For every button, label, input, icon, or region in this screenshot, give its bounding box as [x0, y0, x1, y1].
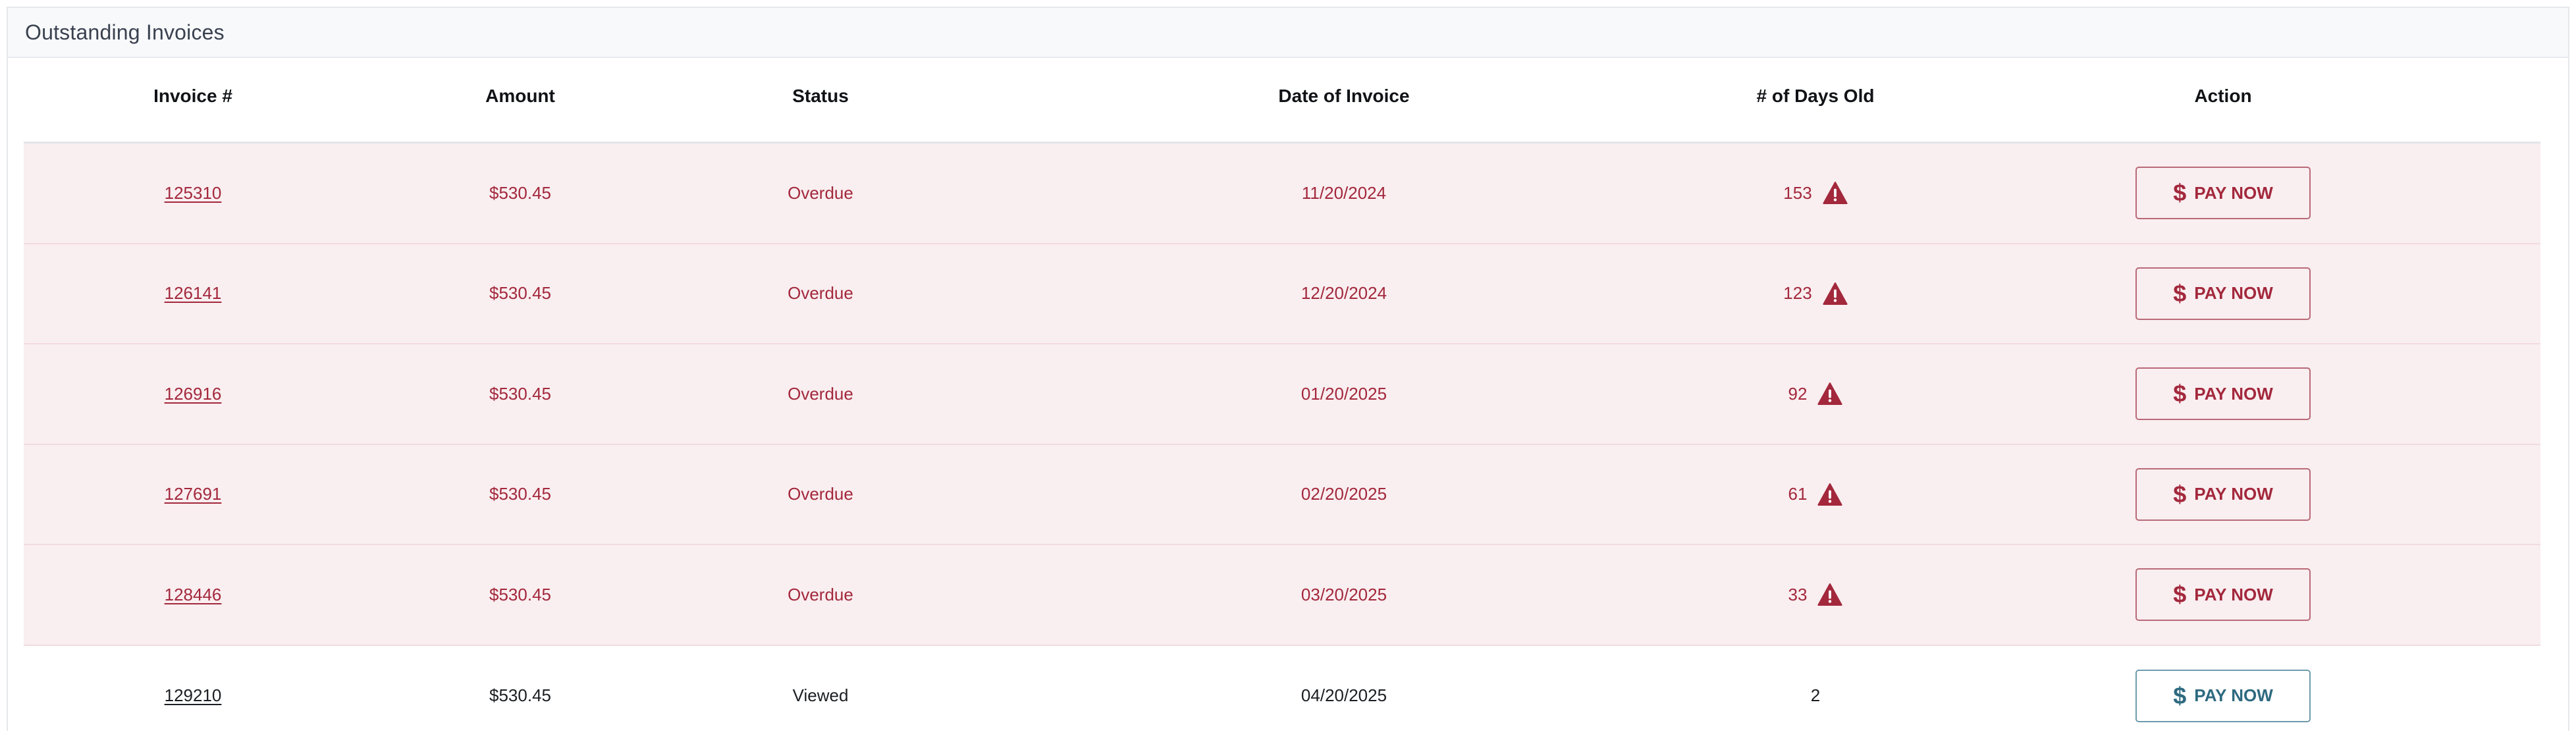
amount-cell: $530.45 [362, 685, 678, 706]
pay-now-button[interactable]: $ PAY NOW [2135, 568, 2311, 621]
action-cell: $ PAY NOW [1906, 367, 2540, 420]
days-old-value: 61 [1788, 484, 1808, 504]
pay-now-button[interactable]: $ PAY NOW [2135, 670, 2311, 722]
invoice-number-link[interactable]: 126141 [165, 283, 222, 304]
dollar-icon: $ [2173, 684, 2186, 708]
days-old-value: 153 [1783, 183, 1811, 203]
pay-now-label: PAY NOW [2194, 384, 2272, 404]
pay-now-label: PAY NOW [2194, 685, 2272, 706]
pay-now-label: PAY NOW [2194, 183, 2272, 203]
days-cell: 123 [1725, 282, 1906, 306]
action-cell: $ PAY NOW [1906, 568, 2540, 621]
amount-cell: $530.45 [362, 585, 678, 605]
warning-triangle-icon [1823, 181, 1848, 205]
warning-triangle-icon [1823, 282, 1848, 306]
status-cell: Overdue [678, 283, 963, 304]
days-cell: 92 [1725, 382, 1906, 406]
header-status: Status [678, 86, 963, 107]
status-cell: Overdue [678, 484, 963, 504]
invoice-cell: 126141 [24, 283, 362, 304]
amount-cell: $530.45 [362, 183, 678, 203]
pay-now-button[interactable]: $ PAY NOW [2135, 367, 2311, 420]
date-cell: 11/20/2024 [963, 183, 1725, 203]
action-cell: $ PAY NOW [1906, 468, 2540, 521]
status-cell: Overdue [678, 585, 963, 605]
invoice-cell: 125310 [24, 183, 362, 203]
days-cell: 2 [1725, 685, 1906, 706]
invoice-number-link[interactable]: 125310 [165, 183, 222, 203]
table-row: 127691 $530.45 Overdue 02/20/2025 61 $ P… [24, 445, 2540, 546]
days-old-value: 2 [1811, 685, 1820, 706]
date-cell: 02/20/2025 [963, 484, 1725, 504]
date-cell: 04/20/2025 [963, 685, 1725, 706]
pay-now-label: PAY NOW [2194, 585, 2272, 605]
table-body: 125310 $530.45 Overdue 11/20/2024 153 $ … [24, 144, 2540, 746]
amount-cell: $530.45 [362, 283, 678, 304]
status-cell: Viewed [678, 685, 963, 706]
table-row: 125310 $530.45 Overdue 11/20/2024 153 $ … [24, 144, 2540, 244]
pay-now-button[interactable]: $ PAY NOW [2135, 468, 2311, 521]
dollar-icon: $ [2173, 181, 2186, 205]
table-row: 126916 $530.45 Overdue 01/20/2025 92 $ P… [24, 344, 2540, 445]
days-cell: 61 [1725, 483, 1906, 506]
warning-triangle-icon [1817, 382, 1842, 406]
action-cell: $ PAY NOW [1906, 267, 2540, 320]
invoice-cell: 126916 [24, 384, 362, 404]
table-row: 129210 $530.45 Viewed 04/20/2025 2 $ PAY… [24, 646, 2540, 746]
dollar-icon: $ [2173, 382, 2186, 406]
invoice-number-link[interactable]: 128446 [165, 585, 222, 605]
invoice-number-link[interactable]: 126916 [165, 384, 222, 404]
warning-triangle-icon [1817, 583, 1842, 606]
action-cell: $ PAY NOW [1906, 167, 2540, 219]
table-row: 126141 $530.45 Overdue 12/20/2024 123 $ … [24, 244, 2540, 345]
invoice-cell: 127691 [24, 484, 362, 504]
header-invoice: Invoice # [24, 86, 362, 107]
dollar-icon: $ [2173, 583, 2186, 606]
date-cell: 01/20/2025 [963, 384, 1725, 404]
invoice-number-link[interactable]: 129210 [165, 685, 222, 706]
days-cell: 33 [1725, 583, 1906, 606]
header-date: Date of Invoice [963, 86, 1725, 107]
table-row: 128446 $530.45 Overdue 03/20/2025 33 $ P… [24, 545, 2540, 646]
invoices-table: Invoice # Amount Status Date of Invoice … [24, 50, 2540, 746]
status-cell: Overdue [678, 183, 963, 203]
header-days: # of Days Old [1725, 86, 1906, 107]
pay-now-button[interactable]: $ PAY NOW [2135, 167, 2311, 219]
days-cell: 153 [1725, 181, 1906, 205]
days-old-value: 33 [1788, 585, 1808, 605]
amount-cell: $530.45 [362, 384, 678, 404]
panel-title: Outstanding Invoices [25, 20, 225, 45]
date-cell: 12/20/2024 [963, 283, 1725, 304]
invoice-cell: 128446 [24, 585, 362, 605]
header-action: Action [1906, 86, 2540, 107]
amount-cell: $530.45 [362, 484, 678, 504]
pay-now-label: PAY NOW [2194, 283, 2272, 304]
table-header-row: Invoice # Amount Status Date of Invoice … [24, 50, 2540, 144]
days-old-value: 123 [1783, 283, 1811, 304]
days-old-value: 92 [1788, 384, 1808, 404]
dollar-icon: $ [2173, 483, 2186, 506]
warning-triangle-icon [1817, 483, 1842, 506]
status-cell: Overdue [678, 384, 963, 404]
dollar-icon: $ [2173, 282, 2186, 306]
invoice-cell: 129210 [24, 685, 362, 706]
invoice-number-link[interactable]: 127691 [165, 484, 222, 504]
action-cell: $ PAY NOW [1906, 670, 2540, 722]
header-amount: Amount [362, 86, 678, 107]
pay-now-label: PAY NOW [2194, 484, 2272, 504]
pay-now-button[interactable]: $ PAY NOW [2135, 267, 2311, 320]
date-cell: 03/20/2025 [963, 585, 1725, 605]
